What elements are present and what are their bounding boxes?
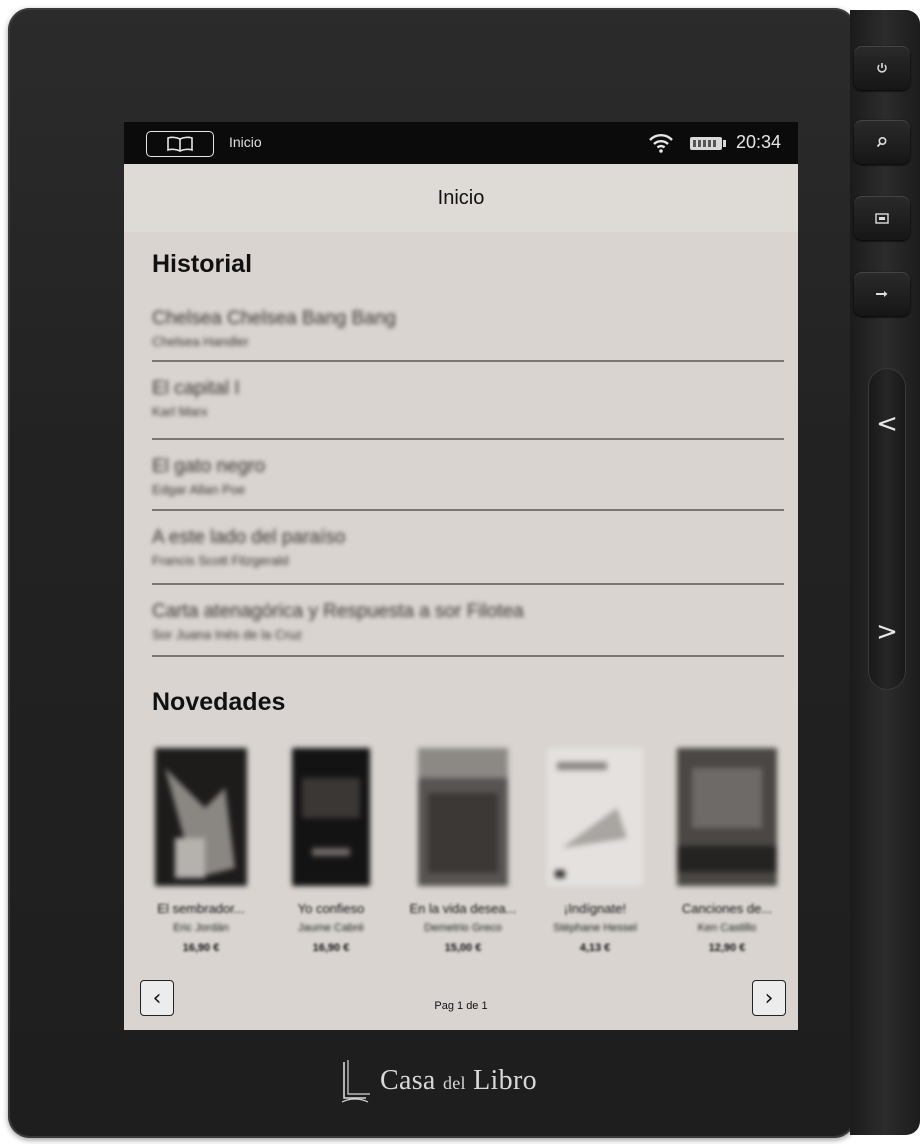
book-author: Demetrio Greco [424, 922, 502, 934]
history-item[interactable]: El gato negro Edgar Allan Poe [152, 440, 784, 511]
power-button[interactable] [854, 46, 910, 90]
book-tile[interactable]: ¡Indígnate! Stéphane Hessel 4,13 € [530, 748, 660, 954]
book-logo-icon [341, 1060, 370, 1103]
book-price: 16,90 € [312, 942, 350, 954]
book-tile[interactable]: En la vida desea... Demetrio Greco 15,00… [398, 748, 528, 954]
page-indicator: Pag 1 de 1 [434, 1000, 488, 1012]
chevron-right-icon: > [876, 617, 898, 647]
historial-heading: Historial [152, 250, 253, 278]
book-tile[interactable]: El sembrador... Eric Jordán 16,90 € [136, 748, 266, 954]
clock: 20:34 [736, 132, 782, 152]
book-cover [547, 748, 643, 886]
search-button[interactable] [854, 120, 910, 164]
history-list: Chelsea Chelsea Bang Bang Chelsea Handle… [152, 292, 784, 657]
book-author: Eric Jordán [173, 922, 229, 934]
status-bar: Inicio 20:34 [124, 122, 798, 164]
back-arrow-icon [876, 291, 888, 297]
book-title: El sembrador... [157, 901, 245, 916]
history-item[interactable]: Carta atenagórica y Respuesta a sor Filo… [152, 585, 784, 657]
history-item-title: El capital I [152, 378, 240, 399]
book-title: En la vida desea... [409, 901, 517, 916]
novedades-heading: Novedades [152, 688, 286, 716]
status-location: Inicio [229, 134, 262, 150]
history-item-title: Carta atenagórica y Respuesta a sor Filo… [152, 601, 524, 622]
back-button[interactable] [854, 272, 910, 316]
book-cover [677, 748, 777, 886]
history-item-author: Karl Marx [152, 404, 208, 419]
book-cover [292, 748, 370, 886]
wifi-icon [649, 134, 673, 153]
book-author: Ken Castillo [697, 922, 757, 934]
history-item-author: Edgar Allan Poe [152, 482, 246, 497]
book-cover [155, 748, 247, 886]
history-item-author: Sor Juana Inés de la Cruz [152, 627, 303, 642]
menu-button[interactable] [854, 196, 910, 240]
history-item[interactable]: El capital I Karl Marx [152, 362, 784, 440]
book-title: Yo confieso [297, 901, 365, 916]
novedades-carousel: El sembrador... Eric Jordán 16,90 € Yo c… [136, 748, 796, 978]
menu-icon [875, 212, 889, 224]
search-icon [876, 136, 887, 148]
book-title: ¡Indígnate! [563, 901, 627, 916]
battery-icon [690, 137, 726, 150]
power-icon [877, 63, 887, 73]
brand-logo: Casa del Libro [340, 1052, 537, 1110]
page-title: Inicio [124, 164, 798, 232]
history-item[interactable]: Chelsea Chelsea Bang Bang Chelsea Handle… [152, 292, 784, 362]
book-cover [418, 748, 508, 886]
history-item-title: A este lado del paraíso [152, 527, 346, 548]
history-item-author: Chelsea Handler [152, 334, 249, 349]
chevron-right-icon: › [764, 985, 774, 1011]
book-price: 16,90 € [182, 942, 220, 954]
page-prev-button[interactable]: < [868, 394, 906, 454]
history-item-author: Francis Scott Fitzgerald [152, 553, 289, 568]
book-author: Jaume Cabré [297, 922, 365, 934]
history-item-title: El gato negro [152, 456, 266, 477]
history-item[interactable]: A este lado del paraíso Francis Scott Fi… [152, 511, 784, 585]
book-icon [167, 136, 193, 152]
book-price: 4,13 € [579, 942, 611, 954]
screen: Inicio 20:34 Inicio Historial Chelsea Ch… [124, 122, 798, 1030]
book-author: Stéphane Hessel [553, 922, 637, 934]
brand-name: Casa del Libro [380, 1065, 537, 1096]
page-next-button[interactable]: > [868, 602, 906, 662]
book-title: Canciones de... [681, 901, 773, 916]
book-price: 12,90 € [708, 942, 746, 954]
next-page-button[interactable]: › [752, 980, 786, 1016]
history-item-title: Chelsea Chelsea Bang Bang [152, 308, 397, 329]
chevron-left-icon: < [876, 409, 898, 439]
book-tile[interactable]: Yo confieso Jaume Cabré 16,90 € [266, 748, 396, 954]
library-button[interactable] [146, 131, 214, 157]
book-tile[interactable]: Canciones de... Ken Castillo 12,90 € [662, 748, 792, 954]
book-price: 15,00 € [444, 942, 482, 954]
